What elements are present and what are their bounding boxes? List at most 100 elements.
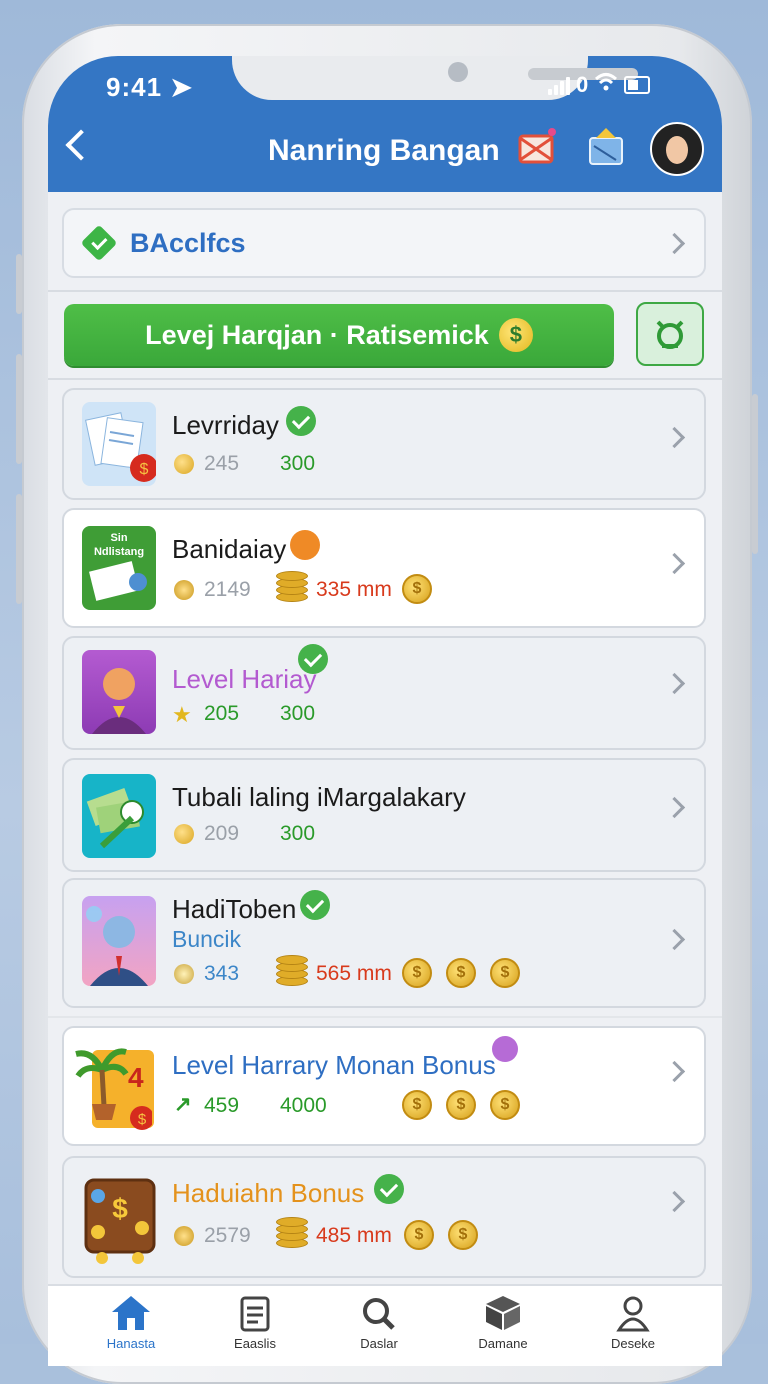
coin-icon: [174, 824, 194, 844]
nav-packages[interactable]: Damane: [436, 1286, 570, 1366]
alarm-icon-button[interactable]: [636, 302, 704, 366]
power-button: [752, 394, 758, 554]
coin-icon: $: [446, 958, 476, 988]
front-camera: [448, 62, 468, 82]
volume-up-button: [16, 354, 22, 464]
shield-coin-icon: [174, 964, 194, 984]
search-icon: [363, 1298, 395, 1330]
location-arrow-icon: ➤: [170, 72, 194, 102]
volume-down-button: [16, 494, 22, 604]
home-icon: [112, 1296, 150, 1330]
wifi-icon: [594, 72, 618, 98]
item-points: 2149: [204, 578, 251, 601]
chevron-right-icon: [663, 672, 686, 695]
verified-check-icon: [300, 890, 330, 920]
svg-text:$: $: [138, 1111, 147, 1128]
user-avatar[interactable]: [650, 122, 704, 176]
item-reward: 565 mm: [316, 962, 392, 985]
gift-envelope-icon[interactable]: [516, 126, 558, 168]
list-item[interactable]: Sin Ndlistang Banidaiay 2149 335 mm $: [62, 508, 706, 628]
list-item[interactable]: $ Haduiahn Bonus 2579 485 mm $ $: [62, 1156, 706, 1278]
item-title: HadiToben: [172, 894, 297, 924]
nav-home[interactable]: Hanasta: [64, 1286, 198, 1366]
purple-badge-icon: [492, 1036, 518, 1062]
chevron-right-icon: [663, 1060, 686, 1083]
coin-stack-icon: [276, 571, 308, 602]
page-title: Nanring Bangan: [268, 134, 500, 167]
coin-icon: $: [490, 958, 520, 988]
item-title: Level Harrary Monan Bonus: [172, 1050, 496, 1080]
level-banner-button[interactable]: Levej Harqjan · Ratisemick $: [64, 304, 614, 366]
list-item[interactable]: Tubali laling iMargalakary 209 300: [62, 758, 706, 872]
chevron-right-icon: [663, 552, 686, 575]
bottom-nav: Hanasta Eaaslis Daslar Damane Deseke: [48, 1284, 722, 1366]
coin-icon: [174, 454, 194, 474]
signal-text: 0: [576, 72, 589, 97]
chevron-right-icon: [663, 426, 686, 449]
item-reward: 300: [280, 822, 316, 845]
chevron-right-icon: [663, 1190, 686, 1213]
back-arrow-icon[interactable]: [65, 129, 97, 161]
phone-screen: 9:41 ➤ 0 Nanring Bangan BAcclfcs Levej H…: [48, 56, 722, 1366]
calendar-thumbnail: Sin Ndlistang: [82, 526, 156, 610]
clipboard-icon: [240, 1296, 270, 1332]
item-title: Levrriday: [172, 410, 279, 440]
wallet-icon[interactable]: [586, 126, 628, 168]
item-points: 209: [204, 822, 240, 845]
coin-icon: $: [402, 958, 432, 988]
coin-icon: $: [402, 1090, 432, 1120]
nav-search[interactable]: Daslar: [312, 1286, 446, 1366]
item-title: Banidaiay: [172, 534, 287, 564]
mute-switch: [16, 254, 22, 314]
item-title: Tubali laling iMargalakary: [172, 782, 466, 812]
money-thumbnail: [82, 774, 156, 858]
verified-check-icon: [286, 406, 316, 436]
basics-label: BAcclfcs: [130, 228, 246, 258]
item-points: 459: [204, 1094, 240, 1117]
item-points: 2579: [204, 1224, 251, 1247]
coin-icon: [174, 580, 194, 600]
businessman-thumbnail: [82, 896, 156, 986]
banner-label: Levej Harqjan · Ratisemick: [145, 319, 489, 350]
nav-profile[interactable]: Deseke: [566, 1286, 700, 1366]
list-item[interactable]: Level Hariay ★ 205 300: [62, 636, 706, 750]
svg-text:$: $: [112, 1193, 128, 1224]
coin-icon: $: [490, 1090, 520, 1120]
app-header: 9:41 ➤ 0 Nanring Bangan: [48, 56, 722, 192]
item-subtitle: Buncik: [172, 926, 242, 952]
coin-icon: $: [448, 1220, 478, 1250]
verified-check-icon: [298, 644, 328, 674]
item-reward: 4000: [280, 1094, 327, 1117]
item-points: 343: [204, 962, 240, 985]
battery-icon: [624, 76, 651, 94]
item-reward: 335 mm: [316, 578, 392, 601]
cellular-signal-icon: [548, 75, 570, 95]
item-title: Haduiahn Bonus: [172, 1178, 365, 1208]
star-icon: ★: [172, 702, 192, 727]
profile-icon: [616, 1296, 650, 1332]
list-item[interactable]: HadiToben Buncik 343 565 mm $ $ $: [62, 878, 706, 1008]
verified-check-icon: [374, 1174, 404, 1204]
item-reward: 300: [280, 452, 316, 475]
box-icon: [486, 1296, 520, 1330]
notch: [232, 56, 638, 100]
dollar-coin-icon: $: [498, 318, 533, 352]
check-diamond-icon: [80, 224, 118, 262]
divider: [48, 1016, 722, 1018]
basics-row[interactable]: BAcclfcs: [62, 208, 706, 278]
coin-icon: $: [404, 1220, 434, 1250]
list-item[interactable]: 4 $ Level Harrary Monan Bonus ↗ 459 4000…: [62, 1026, 706, 1146]
list-item[interactable]: $ Levrriday 245 300: [62, 388, 706, 500]
person-thumbnail: [82, 650, 156, 734]
status-time: 9:41 ➤: [106, 72, 194, 102]
chevron-right-icon: [663, 232, 686, 255]
chevron-right-icon: [663, 796, 686, 819]
svg-text:$: $: [140, 461, 149, 478]
divider: [48, 290, 722, 292]
arrow-up-icon: ↗: [174, 1093, 192, 1116]
item-points: 205: [204, 702, 240, 725]
item-reward: 485 mm: [316, 1224, 392, 1247]
coin-stack-icon: [276, 955, 308, 986]
coin-icon: [174, 1226, 194, 1246]
nav-feed[interactable]: Eaaslis: [188, 1286, 322, 1366]
